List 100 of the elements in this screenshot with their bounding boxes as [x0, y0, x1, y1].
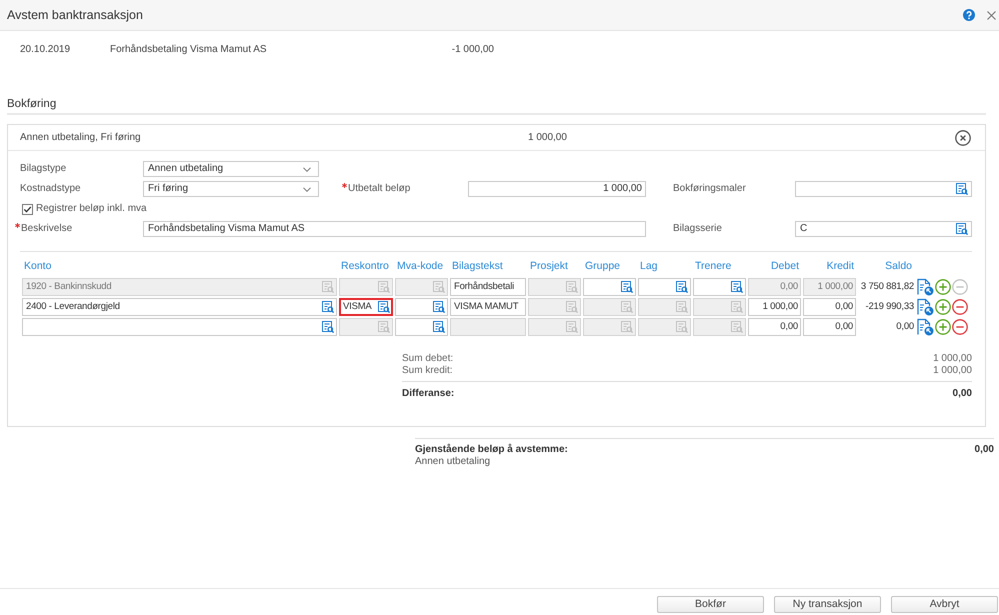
- column-header: Trenere: [694, 259, 732, 273]
- column-header: Reskontro: [340, 259, 390, 273]
- checkbox-label: Registrer beløp inkl. mva: [36, 203, 147, 215]
- add-icon[interactable]: [935, 319, 951, 335]
- amount-field: 1 000,00: [803, 278, 856, 296]
- window-title: Avstem banktransaksjon: [7, 8, 143, 22]
- total-value: 1 000,00: [933, 365, 972, 377]
- total-value: 0,00: [952, 388, 972, 400]
- remove-icon[interactable]: [952, 319, 968, 335]
- text-field[interactable]: VISMA MAMUT: [450, 298, 526, 316]
- amount-field[interactable]: 0,00: [803, 298, 856, 316]
- document-search-icon[interactable]: [916, 298, 934, 316]
- lookup-field[interactable]: 2400 - Leverandørgjeld: [22, 298, 337, 316]
- column-header: Prosjekt: [529, 259, 569, 273]
- cancel-button[interactable]: Avbryt: [891, 596, 998, 613]
- add-icon[interactable]: [935, 279, 951, 295]
- total-label: Differanse:: [402, 388, 454, 400]
- add-icon[interactable]: [935, 299, 951, 315]
- amount-field[interactable]: 1 000,00: [468, 181, 646, 197]
- amount-field[interactable]: 0,00: [803, 318, 856, 336]
- lookup-icon[interactable]: [621, 281, 633, 293]
- remove-icon[interactable]: [952, 299, 968, 315]
- column-header: Mva-kode: [396, 259, 444, 273]
- balance-text: -219 990,33: [864, 301, 914, 313]
- post-button[interactable]: Bokfør: [657, 596, 764, 613]
- close-icon[interactable]: [955, 130, 971, 146]
- column-header: Debet: [770, 259, 800, 273]
- amount-field[interactable]: 1 000,00: [748, 298, 801, 316]
- lookup-icon[interactable]: [433, 301, 445, 313]
- column-header: Konto: [23, 259, 52, 273]
- lookup-field[interactable]: [638, 278, 691, 296]
- lookup-icon: [731, 321, 743, 333]
- lookup-field[interactable]: [693, 278, 746, 296]
- document-search-icon[interactable]: [916, 278, 934, 296]
- field-label: Utbetalt beløp: [348, 183, 410, 195]
- lookup-field[interactable]: [583, 278, 636, 296]
- column-header: Bilagstekst: [451, 259, 504, 273]
- field-label: Bilagsserie: [673, 223, 722, 235]
- lookup-icon: [676, 321, 688, 333]
- total-value: 1 000,00: [933, 353, 972, 365]
- lookup-icon: [621, 301, 633, 313]
- remaining-amount: 0,00: [974, 444, 994, 456]
- field-label: Bilagstype: [20, 163, 66, 175]
- lookup-field[interactable]: VISMA: [339, 298, 393, 316]
- posting-amount: 1 000,00: [528, 132, 567, 144]
- lookup-icon: [566, 281, 578, 293]
- column-header: Gruppe: [584, 259, 622, 273]
- lookup-field[interactable]: [395, 318, 448, 336]
- lookup-field: 1920 - Bankinnskudd: [22, 278, 337, 296]
- close-icon[interactable]: [987, 10, 996, 20]
- chevron-icon: [303, 166, 311, 172]
- field-label: Kostnadstype: [20, 183, 81, 195]
- text-field[interactable]: Forhåndsbetaling Visma Mamut AS: [143, 221, 646, 237]
- balance-text: 3 750 881,82: [860, 281, 914, 293]
- lookup-icon: [676, 301, 688, 313]
- column-header: Kredit: [826, 259, 855, 273]
- lookup-icon: [378, 281, 390, 293]
- lookup-field[interactable]: [395, 298, 448, 316]
- remaining-note: Annen utbetaling: [415, 456, 492, 468]
- amount-text: -1 000,00: [452, 44, 494, 56]
- remaining-label: Gjenstående beløp å avstemme:: [415, 444, 568, 456]
- dropdown-field[interactable]: Annen utbetaling: [143, 161, 319, 177]
- lookup-icon[interactable]: [322, 301, 334, 313]
- amount-field: 0,00: [748, 278, 801, 296]
- dropdown-field[interactable]: Fri føring: [143, 181, 319, 197]
- lookup-icon: [322, 281, 334, 293]
- lookup-icon: [433, 281, 445, 293]
- total-label: Sum debet:: [402, 353, 454, 365]
- document-search-icon[interactable]: [916, 318, 934, 336]
- balance-text: 0,00: [895, 321, 914, 333]
- column-header: Saldo: [884, 259, 913, 273]
- lookup-icon: [621, 321, 633, 333]
- lookup-field[interactable]: C: [795, 221, 972, 237]
- field-label: Bokføringsmaler: [673, 183, 746, 195]
- new-transaction-button[interactable]: Ny transaksjon: [774, 596, 881, 613]
- lookup-icon[interactable]: [731, 281, 743, 293]
- text-field[interactable]: Forhåndsbetali: [450, 278, 526, 296]
- date-text: 20.10.2019: [20, 44, 72, 56]
- lookup-icon: [731, 301, 743, 313]
- help-icon[interactable]: [963, 9, 975, 21]
- lookup-icon: [566, 321, 578, 333]
- lookup-icon[interactable]: [378, 301, 390, 313]
- lookup-icon: [566, 301, 578, 313]
- lookup-field[interactable]: [22, 318, 337, 336]
- lookup-icon[interactable]: [322, 321, 334, 333]
- posting-summary: Annen utbetaling, Fri føring: [20, 132, 142, 144]
- field-label: Beskrivelse: [21, 223, 72, 235]
- lookup-field[interactable]: [795, 181, 972, 197]
- lookup-icon[interactable]: [956, 183, 968, 195]
- column-header: Lag: [639, 259, 659, 273]
- chevron-icon: [303, 186, 311, 192]
- lookup-icon[interactable]: [433, 321, 445, 333]
- lookup-icon[interactable]: [676, 281, 688, 293]
- section-title: Bokføring: [7, 98, 56, 110]
- description-text: Forhåndsbetaling Visma Mamut AS: [110, 44, 267, 56]
- checkbox[interactable]: [22, 204, 33, 214]
- total-label: Sum kredit:: [402, 365, 453, 377]
- lookup-icon: [378, 321, 390, 333]
- amount-field[interactable]: 0,00: [748, 318, 801, 336]
- lookup-icon[interactable]: [956, 223, 968, 235]
